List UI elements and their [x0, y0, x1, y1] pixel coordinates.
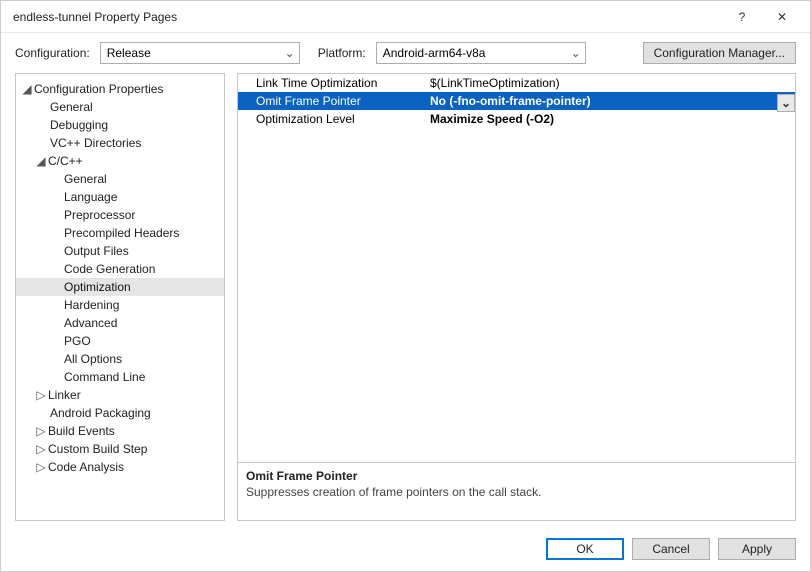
chevron-down-icon: ⌄	[571, 46, 581, 60]
chevron-down-icon: ⌄	[781, 96, 791, 110]
tree-item-debugging[interactable]: Debugging	[16, 116, 224, 134]
prop-name: Omit Frame Pointer	[238, 94, 428, 108]
tree-item-cpp-advanced[interactable]: Advanced	[16, 314, 224, 332]
tri-open-icon: ◢	[22, 82, 32, 96]
prop-value[interactable]: No (-fno-omit-frame-pointer) ⌄	[428, 94, 795, 108]
tree-item-general[interactable]: General	[16, 98, 224, 116]
tree-item-linker[interactable]: ▷Linker	[16, 386, 224, 404]
configuration-manager-button[interactable]: Configuration Manager...	[643, 42, 796, 64]
footer: OK Cancel Apply	[1, 527, 810, 571]
tri-open-icon: ◢	[36, 154, 46, 168]
tree-item-cpp[interactable]: ◢C/C++	[16, 152, 224, 170]
tree-item-build-events[interactable]: ▷Build Events	[16, 422, 224, 440]
apply-button[interactable]: Apply	[718, 538, 796, 560]
close-icon: ✕	[777, 10, 787, 24]
close-button[interactable]: ✕	[762, 2, 802, 32]
dialog-window: endless-tunnel Property Pages ? ✕ Config…	[0, 0, 811, 572]
cancel-button[interactable]: Cancel	[632, 538, 710, 560]
title-bar: endless-tunnel Property Pages ? ✕	[1, 1, 810, 33]
prop-value[interactable]: Maximize Speed (-O2)	[428, 112, 795, 126]
tree-item-cpp-optimization[interactable]: Optimization	[16, 278, 224, 296]
right-pane: Link Time Optimization $(LinkTimeOptimiz…	[237, 73, 796, 521]
chevron-down-icon: ⌄	[285, 46, 295, 60]
platform-value: Android-arm64-v8a	[383, 46, 486, 60]
tree-item-cpp-hardening[interactable]: Hardening	[16, 296, 224, 314]
tree-item-cpp-pch[interactable]: Precompiled Headers	[16, 224, 224, 242]
prop-value[interactable]: $(LinkTimeOptimization)	[428, 76, 795, 90]
tri-closed-icon: ▷	[36, 388, 46, 402]
tree-pane[interactable]: ◢Configuration Properties General Debugg…	[15, 73, 225, 521]
property-grid: Link Time Optimization $(LinkTimeOptimiz…	[237, 73, 796, 463]
configuration-combo[interactable]: Release ⌄	[100, 42, 300, 64]
value-dropdown-button[interactable]: ⌄	[777, 94, 795, 112]
prop-name: Optimization Level	[238, 112, 428, 126]
tree-item-cpp-allopts[interactable]: All Options	[16, 350, 224, 368]
configuration-value: Release	[107, 46, 151, 60]
ok-button[interactable]: OK	[546, 538, 624, 560]
grid-row-opt-level[interactable]: Optimization Level Maximize Speed (-O2)	[238, 110, 795, 128]
main-area: ◢Configuration Properties General Debugg…	[1, 73, 810, 527]
window-title: endless-tunnel Property Pages	[13, 10, 722, 24]
tree-item-cpp-preproc[interactable]: Preprocessor	[16, 206, 224, 224]
tri-closed-icon: ▷	[36, 442, 46, 456]
tree-item-cpp-codegen[interactable]: Code Generation	[16, 260, 224, 278]
tree-item-cpp-cmdline[interactable]: Command Line	[16, 368, 224, 386]
grid-row-omit-frame-pointer[interactable]: Omit Frame Pointer No (-fno-omit-frame-p…	[238, 92, 795, 110]
tree-item-cpp-outfiles[interactable]: Output Files	[16, 242, 224, 260]
help-icon: ?	[739, 10, 746, 24]
tree-item-cpp-pgo[interactable]: PGO	[16, 332, 224, 350]
platform-label: Platform:	[318, 46, 366, 60]
tri-closed-icon: ▷	[36, 460, 46, 474]
help-button[interactable]: ?	[722, 2, 762, 32]
tree-item-cpp-general[interactable]: General	[16, 170, 224, 188]
description-box: Omit Frame Pointer Suppresses creation o…	[237, 463, 796, 521]
tree-root[interactable]: ◢Configuration Properties	[16, 80, 224, 98]
tree-item-vcdirs[interactable]: VC++ Directories	[16, 134, 224, 152]
grid-row-lto[interactable]: Link Time Optimization $(LinkTimeOptimiz…	[238, 74, 795, 92]
configuration-label: Configuration:	[15, 46, 90, 60]
tree-item-custom-build[interactable]: ▷Custom Build Step	[16, 440, 224, 458]
config-row: Configuration: Release ⌄ Platform: Andro…	[1, 33, 810, 73]
tree-item-cpp-language[interactable]: Language	[16, 188, 224, 206]
platform-combo[interactable]: Android-arm64-v8a ⌄	[376, 42, 586, 64]
prop-name: Link Time Optimization	[238, 76, 428, 90]
description-text: Suppresses creation of frame pointers on…	[246, 485, 787, 499]
tree-item-android-pkg[interactable]: Android Packaging	[16, 404, 224, 422]
description-title: Omit Frame Pointer	[246, 469, 787, 483]
tree-item-code-analysis[interactable]: ▷Code Analysis	[16, 458, 224, 476]
tri-closed-icon: ▷	[36, 424, 46, 438]
